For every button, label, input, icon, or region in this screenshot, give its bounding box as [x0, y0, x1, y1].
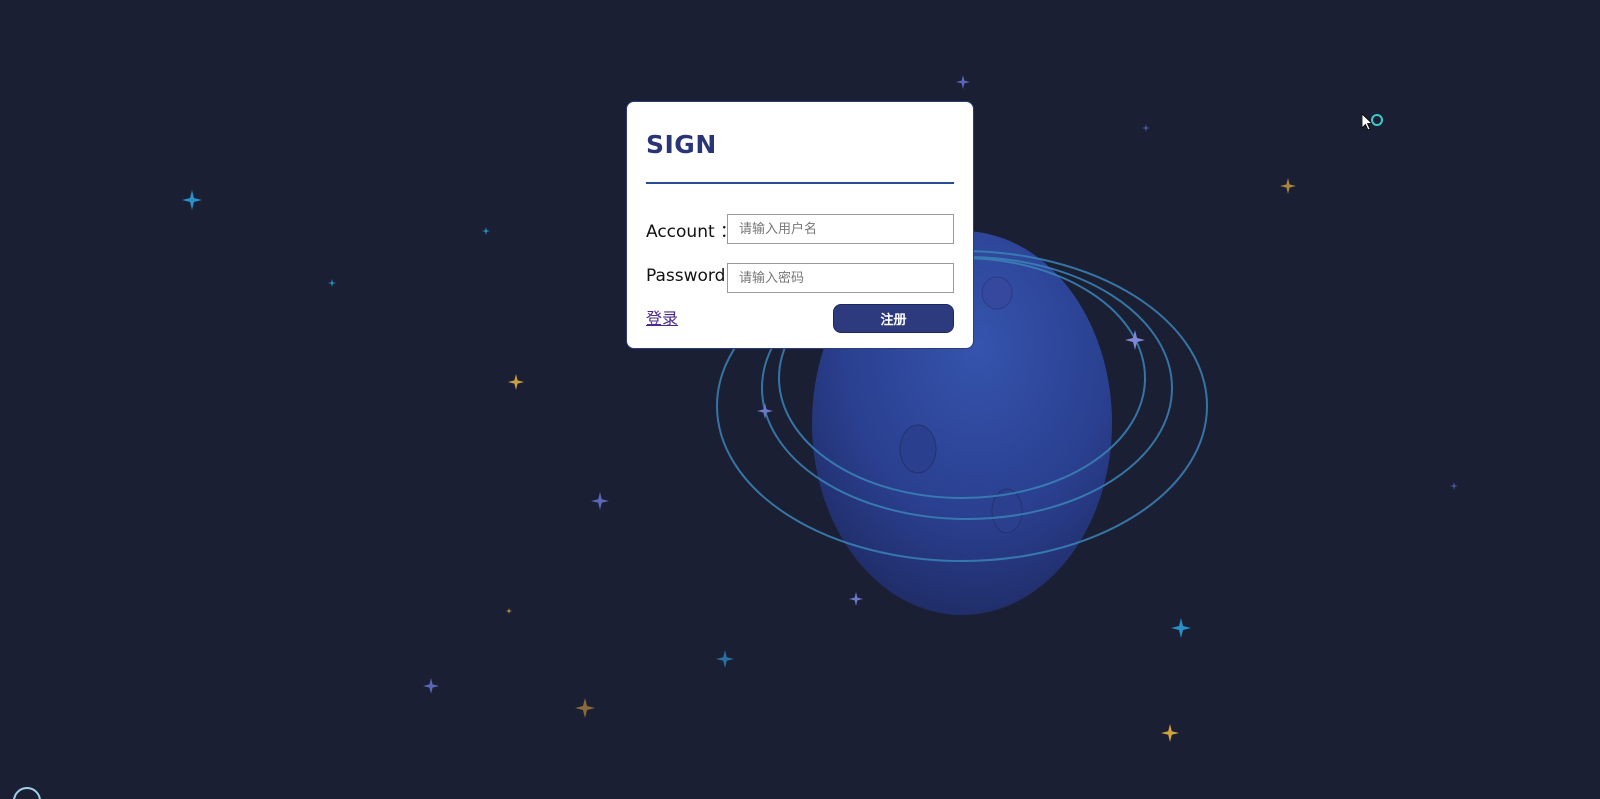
- password-label: Password:: [646, 266, 732, 286]
- star-icon: [1142, 124, 1150, 132]
- star-icon: [575, 698, 595, 718]
- star-icon: [1280, 178, 1296, 194]
- star-icon: [1450, 482, 1458, 490]
- star-icon: [1171, 618, 1191, 638]
- login-card: SIGN Account ： Password: 登录 注册: [626, 101, 974, 349]
- star-icon: [716, 650, 734, 668]
- star-icon: [757, 403, 773, 419]
- login-link[interactable]: 登录: [646, 305, 678, 329]
- star-icon: [956, 75, 970, 89]
- card-title: SIGN: [646, 130, 717, 159]
- register-button[interactable]: 注册: [833, 304, 954, 333]
- crater: [899, 424, 937, 474]
- star-icon: [423, 678, 439, 694]
- busy-cursor-icon: [1362, 114, 1383, 131]
- star-icon: [506, 608, 512, 614]
- star-icon: [182, 190, 202, 210]
- star-icon: [328, 279, 336, 287]
- star-icon: [508, 374, 524, 390]
- account-input[interactable]: [727, 214, 954, 244]
- crater: [981, 276, 1013, 310]
- login-page: SIGN Account ： Password: 登录 注册: [0, 0, 1600, 799]
- star-icon: [849, 592, 863, 606]
- password-input[interactable]: [727, 263, 954, 293]
- star-icon: [482, 227, 490, 235]
- star-icon: [1161, 724, 1179, 742]
- title-divider: [646, 182, 954, 184]
- account-label: Account ：: [646, 222, 738, 242]
- star-icon: [1125, 330, 1145, 350]
- star-icon: [591, 492, 609, 510]
- corner-circle-icon: [13, 787, 41, 799]
